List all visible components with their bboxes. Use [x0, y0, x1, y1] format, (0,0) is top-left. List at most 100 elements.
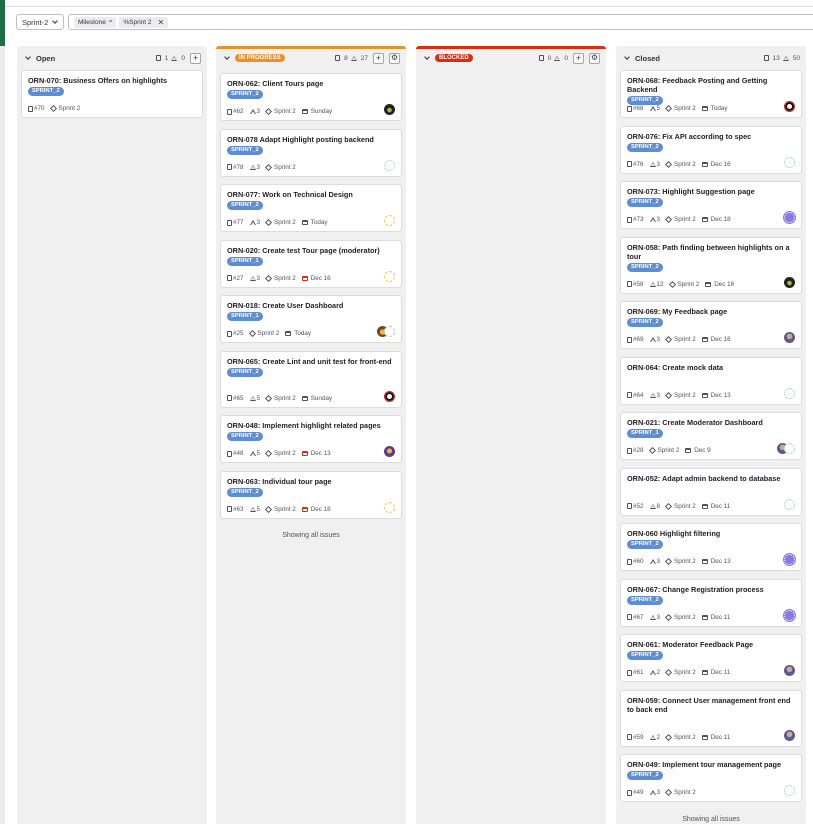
issue-title[interactable]: ORN-049: Implement tour management page	[627, 760, 795, 769]
issue-card[interactable]: ORN-018: Create User Dashboard SPRINT_1 #2…	[220, 295, 402, 343]
issue-card[interactable]: ORN-069: My Feedback page SPRINT_2 #69 3 Spr…	[620, 301, 802, 349]
issue-title[interactable]: ORN-068: Feedback Posting and Getting Ba…	[627, 76, 795, 94]
issue-card[interactable]: ORN-049: Implement tour management page S…	[620, 754, 802, 802]
scoped-label[interactable]: SPRINT_2	[627, 771, 663, 780]
scoped-label[interactable]: SPRINT_1	[627, 429, 663, 438]
issue-card[interactable]: ORN-068: Feedback Posting and Getting Ba…	[620, 70, 802, 118]
assignee-avatars[interactable]	[777, 443, 795, 454]
issue-title[interactable]: ORN-021: Create Moderator Dashboard	[627, 418, 795, 427]
issue-title[interactable]: ORN-076: Fix API according to spec	[627, 132, 795, 141]
avatar[interactable]	[784, 443, 795, 454]
milestone-group: Sprint 2	[664, 104, 696, 113]
issue-card[interactable]: ORN-063: Individual tour page SPRINT_2 #63…	[220, 470, 402, 519]
scoped-label[interactable]: SPRINT_1	[227, 312, 263, 321]
avatar[interactable]	[784, 554, 795, 565]
issue-title[interactable]: ORN-067: Change Registration process	[627, 585, 795, 594]
avatar[interactable]	[384, 159, 395, 171]
avatar[interactable]	[784, 729, 795, 741]
chevron-down-icon[interactable]	[25, 54, 31, 60]
issue-card[interactable]: ORN-077: Work on Technical Design SPRINT_…	[220, 184, 402, 232]
issue-card[interactable]: ORN-064: Create mock data #64 3 Sprint 2 Dec…	[620, 356, 802, 405]
issue-card[interactable]: ORN-052: Adapt admin backend to database…	[620, 467, 802, 516]
issue-title[interactable]: ORN-069: My Feedback page	[627, 307, 795, 316]
avatar[interactable]	[384, 326, 395, 337]
add-issue-button[interactable]: +	[190, 52, 201, 64]
avatar[interactable]	[784, 156, 795, 168]
chevron-down-icon[interactable]	[224, 54, 230, 60]
scoped-label[interactable]: SPRINT_2	[227, 432, 263, 441]
issue-title[interactable]: ORN-062: Client Tours page	[227, 79, 395, 88]
scoped-label[interactable]: SPRINT_2	[227, 145, 263, 155]
avatar[interactable]	[384, 390, 395, 402]
issue-title[interactable]: ORN-059: Connect User management front e…	[627, 696, 795, 714]
scoped-label[interactable]: SPRINT_2	[227, 201, 263, 210]
issue-title[interactable]: ORN-065: Create Lint and unit test for f…	[227, 357, 395, 366]
scoped-label[interactable]: SPRINT_2	[627, 651, 663, 660]
issue-number-group: #65	[227, 395, 244, 402]
gear-icon[interactable]: ⚙	[589, 52, 600, 64]
issue-card[interactable]: ORN-062: Client Tours page SPRINT_2 #62 3 Sp…	[220, 73, 402, 121]
issue-title[interactable]: ORN-060 Highlight filtering	[627, 529, 795, 538]
avatar[interactable]	[384, 215, 395, 226]
scoped-label[interactable]: SPRINT_2	[227, 90, 263, 99]
scoped-label[interactable]: SPRINT_2	[627, 540, 663, 549]
board-column-closed: Closed 13 50 ORN-068: Feedback Posting and …	[616, 46, 806, 824]
avatar[interactable]	[384, 270, 395, 282]
scoped-label[interactable]: SPRINT_2	[627, 262, 663, 272]
scoped-label[interactable]: SPRINT_2	[627, 142, 663, 152]
chevron-down-icon[interactable]	[624, 54, 630, 60]
avatar[interactable]	[384, 501, 395, 513]
issue-title[interactable]: ORN-078 Adapt Highlight posting backend	[227, 135, 395, 144]
avatar[interactable]	[784, 498, 795, 510]
avatar[interactable]	[784, 276, 795, 288]
avatar[interactable]	[784, 387, 795, 399]
assignee-avatars[interactable]	[377, 326, 395, 337]
issue-title[interactable]: ORN-018: Create User Dashboard	[227, 301, 395, 310]
issue-card[interactable]: ORN-048: Implement highlight related pag…	[220, 415, 402, 463]
issue-card[interactable]: ORN-059: Connect User management front e…	[620, 689, 802, 747]
issue-title[interactable]: ORN-073: Highlight Suggestion page	[627, 187, 795, 196]
avatar[interactable]	[784, 212, 795, 223]
issue-title[interactable]: ORN-052: Adapt admin backend to database	[627, 474, 795, 483]
scoped-label[interactable]: SPRINT_2	[627, 595, 663, 605]
avatar[interactable]	[384, 446, 395, 457]
add-issue-button[interactable]: +	[573, 52, 584, 64]
issue-title[interactable]: ORN-063: Individual tour page	[227, 477, 395, 486]
issue-title[interactable]: ORN-077: Work on Technical Design	[227, 190, 395, 199]
scoped-label[interactable]: SPRINT_2	[227, 367, 263, 377]
issue-card[interactable]: ORN-058: Path finding between highlights…	[620, 236, 802, 294]
issue-card[interactable]: ORN-076: Fix API according to spec SPRINT…	[620, 125, 802, 174]
issue-card[interactable]: ORN-061: Moderator Feedback Page SPRINT_2…	[620, 634, 802, 682]
issue-card[interactable]: ORN-020: Create test Tour page (moderato…	[220, 239, 402, 288]
issue-card[interactable]: ORN-067: Change Registration process SPRI…	[620, 578, 802, 627]
milestone-group: Sprint 2	[648, 446, 679, 455]
issue-title[interactable]: ORN-048: Implement highlight related pag…	[227, 421, 395, 430]
scoped-label[interactable]: SPRINT_2	[28, 87, 64, 96]
add-issue-button[interactable]: +	[373, 52, 384, 64]
avatar[interactable]	[784, 665, 795, 676]
issue-card[interactable]: ORN-078 Adapt Highlight posting backend S…	[220, 128, 402, 177]
scoped-label[interactable]: SPRINT_2	[627, 318, 663, 327]
issue-title[interactable]: ORN-020: Create test Tour page (moderato…	[227, 246, 395, 255]
issue-title[interactable]: ORN-064: Create mock data	[627, 363, 795, 372]
avatar[interactable]	[784, 101, 795, 112]
gear-icon[interactable]: ⚙	[389, 52, 400, 64]
issue-card[interactable]: ORN-065: Create Lint and unit test for f…	[220, 350, 402, 408]
issue-title[interactable]: ORN-070: Business Offers on highlights	[28, 76, 196, 85]
issue-title[interactable]: ORN-061: Moderator Feedback Page	[627, 640, 795, 649]
issue-card[interactable]: ORN-060 Highlight filtering SPRINT_2 #60 3 S…	[620, 523, 802, 571]
issue-card[interactable]: ORN-070: Business Offers on highlights SP…	[21, 70, 203, 118]
issue-card[interactable]: ORN-073: Highlight Suggestion page SPRINT…	[620, 181, 802, 229]
issue-title[interactable]: ORN-058: Path finding between highlights…	[627, 243, 795, 261]
avatar[interactable]	[784, 332, 795, 343]
issue-card[interactable]: ORN-021: Create Moderator Dashboard SPRIN…	[620, 412, 802, 460]
chevron-down-icon[interactable]	[424, 54, 430, 60]
scoped-label[interactable]: SPRINT_2	[627, 198, 663, 207]
avatar[interactable]	[784, 609, 795, 621]
issue-count: 8	[344, 54, 348, 62]
scoped-label[interactable]: SPRINT_2	[627, 96, 663, 105]
scoped-label[interactable]: SPRINT_1	[227, 256, 263, 266]
scoped-label[interactable]: SPRINT_2	[227, 487, 263, 497]
avatar[interactable]	[784, 785, 795, 796]
avatar[interactable]	[384, 104, 395, 115]
